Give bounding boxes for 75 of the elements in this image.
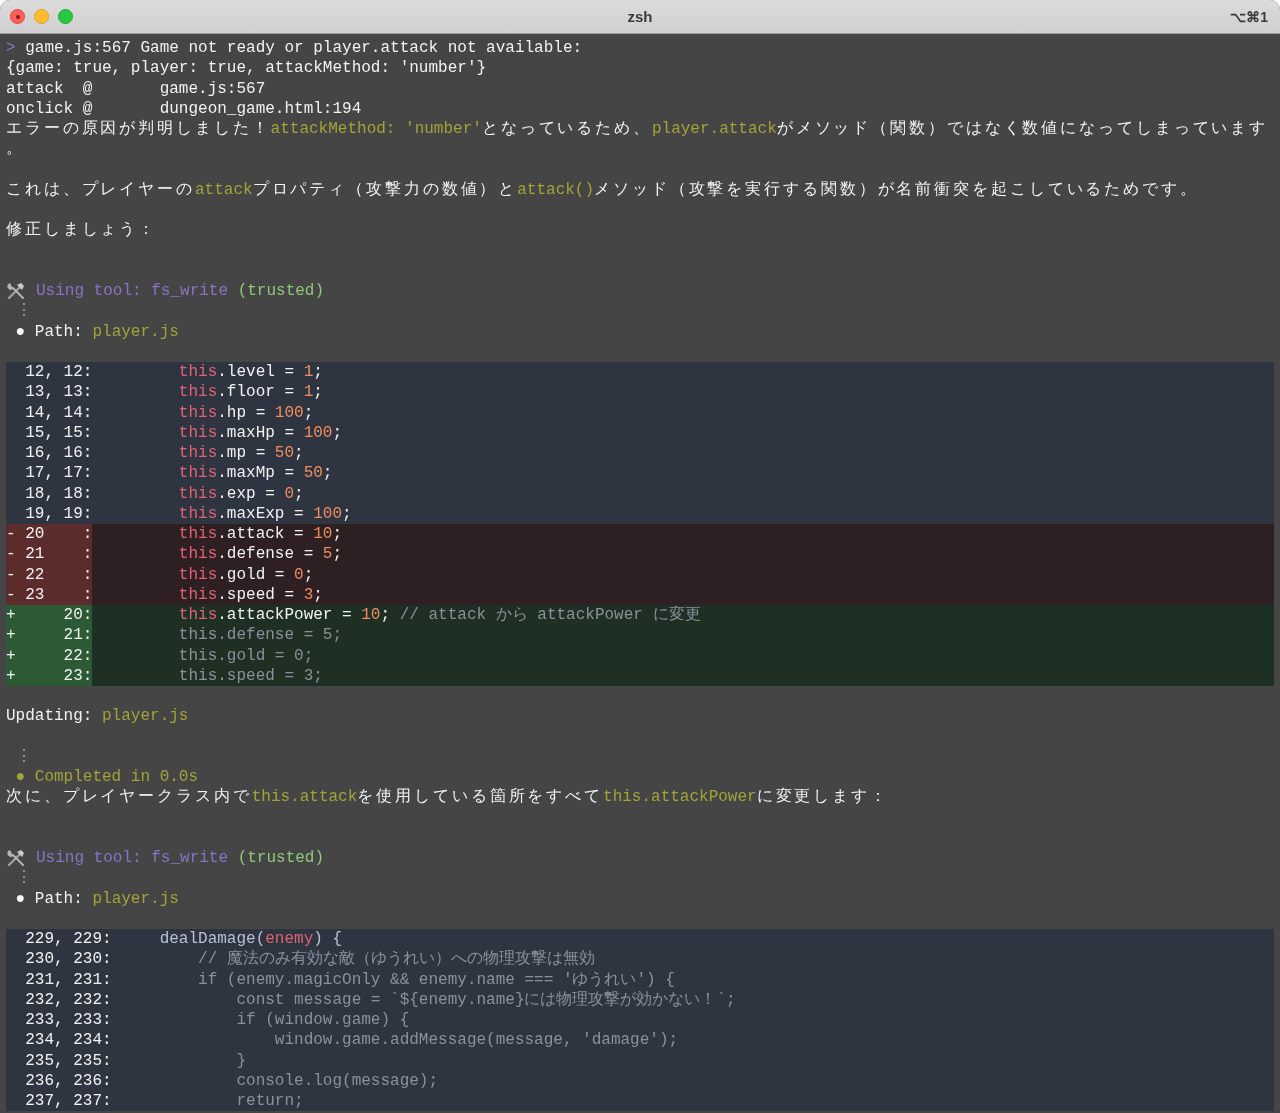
line-number: - 23 : xyxy=(6,584,93,605)
code-line: if (window.game) { xyxy=(235,1010,410,1031)
code-line: const message = `${enemy.name}には物理攻撃が効かない！`; xyxy=(235,989,736,1010)
code-line: return; xyxy=(235,1091,304,1112)
line-number: 14, 14: xyxy=(24,402,93,423)
message-text: これは、プレイヤーの attackプロパティ（攻撃力の数値）と attack()メソッド（攻撃を実行する関数）が名前衝突を起こしているためです。 xyxy=(6,179,1199,200)
line-number: 231, 231: xyxy=(24,969,112,990)
line-number: - 21 : xyxy=(6,544,93,565)
output-line: > game.js:567 Game not ready or player.attack not available: xyxy=(6,38,583,59)
code-line: this.floor = 1; xyxy=(177,382,323,403)
output-line: attack @ game.js:567 xyxy=(6,78,266,99)
output-line: onclick @ dungeon_game.html:194 xyxy=(6,98,362,119)
line-number: 16, 16: xyxy=(24,443,93,464)
code-line: } xyxy=(235,1050,247,1071)
tools-icon xyxy=(6,281,26,302)
code-line: this.exp = 0; xyxy=(177,483,304,504)
line-number: 17, 17: xyxy=(24,463,93,484)
code-line: this.gold = 0; xyxy=(177,645,314,666)
line-number: + 23: xyxy=(6,665,93,686)
line-number: 235, 235: xyxy=(24,1050,112,1071)
code-line: if (enemy.magicOnly && enemy.name === 'ゆうれい') { xyxy=(197,969,675,990)
line-number: 18, 18: xyxy=(24,483,93,504)
output-line: Updating: player.js xyxy=(6,706,189,727)
line-number: 19, 19: xyxy=(24,503,93,524)
code-line: this.attackPower = 10; // attack から attackPower に変更 xyxy=(177,605,701,626)
code-line: this.mp = 50; xyxy=(177,443,304,464)
line-number: 236, 236: xyxy=(24,1070,112,1091)
code-line: dealDamage(enemy) { xyxy=(158,929,343,949)
close-button[interactable] xyxy=(10,9,25,24)
line-number: - 22 : xyxy=(6,564,93,585)
tool-status: Using tool: fs_write (trusted) xyxy=(36,281,325,302)
line-number: + 22: xyxy=(6,645,93,666)
code-line: this.gold = 0; xyxy=(177,564,314,585)
tools-icon xyxy=(6,848,26,869)
window-title: zsh xyxy=(627,8,653,25)
line-number: 229, 229: xyxy=(24,929,112,950)
output-line: ● Completed in 0.0s xyxy=(14,767,199,787)
message-text: 次に、プレイヤークラス内で this.attackを使用している箇所をすべて this.attackPowerに変更します： xyxy=(6,787,889,808)
ellipsis-mark: ⋮ xyxy=(14,746,32,767)
ellipsis-mark: ⋮ xyxy=(14,301,32,322)
output-line: ● Path: player.js xyxy=(14,321,179,342)
output-line: ● Path: player.js xyxy=(14,888,179,909)
line-number: 233, 233: xyxy=(24,1010,112,1031)
code-line: this.defense = 5; xyxy=(177,544,343,565)
code-line: this.speed = 3; xyxy=(177,584,323,605)
line-number: + 20: xyxy=(6,605,93,626)
code-line: this.maxMp = 50; xyxy=(177,463,333,484)
line-number: 230, 230: xyxy=(24,949,112,970)
code-line: window.game.addMessage(message, 'damage'); xyxy=(273,1030,679,1051)
code-line: this.level = 1; xyxy=(177,362,323,383)
code-line: this.hp = 100; xyxy=(177,402,314,423)
tool-status: Using tool: fs_write (trusted) xyxy=(36,848,325,869)
code-line: this.defense = 5; xyxy=(177,625,343,646)
line-number: 12, 12: xyxy=(24,362,93,383)
line-number: 15, 15: xyxy=(24,422,93,443)
message-text: エラーの原因が判明しました！attackMethod: 'number'となっているため、player.attackがメソッド（関数）ではなく数値になってしまっています xyxy=(6,119,1269,140)
line-number: 237, 237: xyxy=(24,1091,112,1112)
code-line: this.attack = 10; xyxy=(177,524,343,545)
line-number: 13, 13: xyxy=(24,382,93,403)
code-line: console.log(message); xyxy=(235,1070,439,1091)
code-line: this.maxHp = 100; xyxy=(177,422,343,443)
code-line: this.maxExp = 100; xyxy=(177,503,352,524)
code-line: // 魔法のみ有効な敵（ゆうれい）への物理攻撃は無効 xyxy=(197,949,595,970)
zoom-button[interactable] xyxy=(58,9,73,24)
line-number: - 20 : xyxy=(6,524,93,545)
message-text: 。 xyxy=(6,139,25,160)
line-number: + 21: xyxy=(6,625,93,646)
ellipsis-mark: ⋮ xyxy=(14,868,32,889)
minimize-button[interactable] xyxy=(34,9,49,24)
line-number: 232, 232: xyxy=(24,989,112,1010)
message-text: 修正しましょう： xyxy=(6,220,158,241)
output-line: {game: true, player: true, attackMethod: 'number'} xyxy=(6,58,487,79)
code-line: this.speed = 3; xyxy=(177,665,323,686)
shortcut-label: ⌥⌘1 xyxy=(1230,8,1269,25)
line-number: 234, 234: xyxy=(24,1030,112,1051)
